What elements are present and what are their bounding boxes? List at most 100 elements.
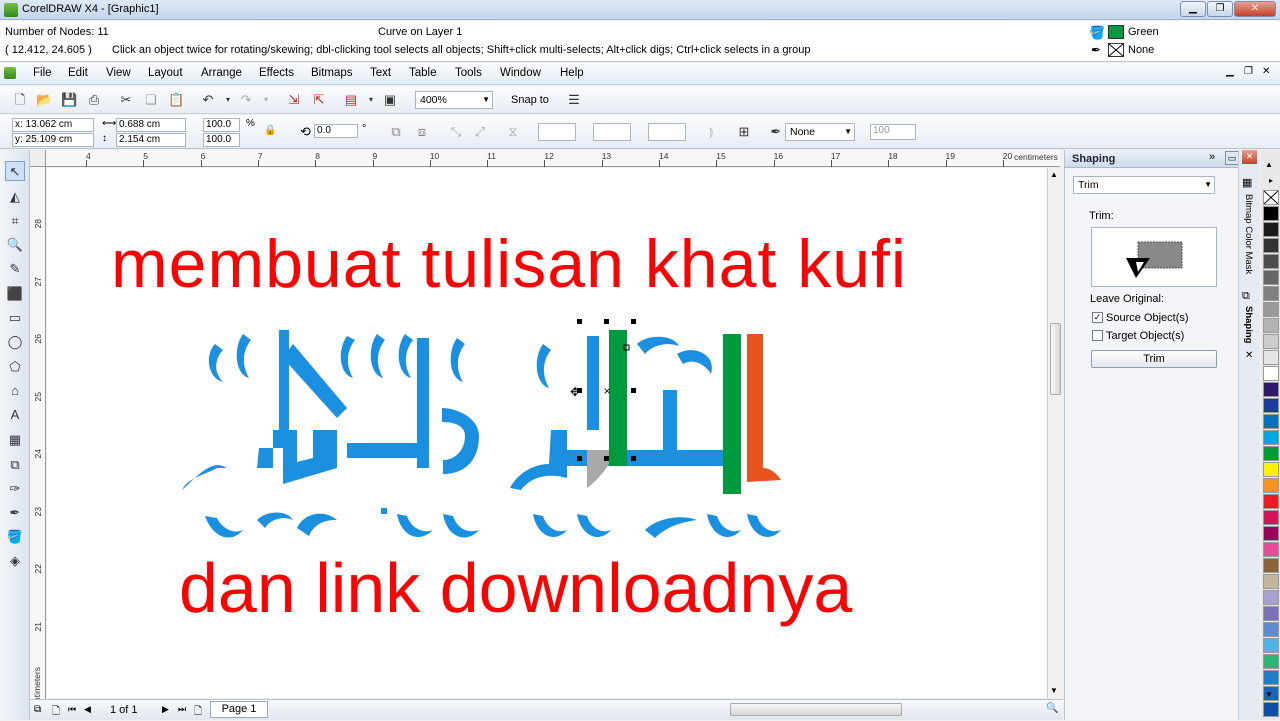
- palette-swatch[interactable]: [1263, 382, 1279, 397]
- welcome-screen-icon[interactable]: ▣: [382, 92, 398, 108]
- add-page-before-icon[interactable]: 🗋: [52, 704, 60, 721]
- tab-shaping[interactable]: Shaping: [1243, 306, 1254, 343]
- palette-swatch[interactable]: [1263, 702, 1279, 717]
- palette-swatch[interactable]: [1263, 478, 1279, 493]
- menu-window[interactable]: Window: [500, 67, 541, 79]
- palette-swatch[interactable]: [1263, 302, 1279, 317]
- menu-file[interactable]: File: [33, 67, 52, 79]
- page-options-icon[interactable]: ⧉: [34, 704, 41, 715]
- palette-swatch[interactable]: [1263, 286, 1279, 301]
- menu-table[interactable]: Table: [409, 67, 437, 79]
- position-y-field[interactable]: y: 25.109 cm: [12, 133, 94, 147]
- doc-minimize-icon[interactable]: ▁: [1226, 66, 1234, 77]
- trim-button[interactable]: Trim: [1091, 350, 1217, 368]
- interactive-fill-tool-icon[interactable]: ◈: [5, 551, 25, 571]
- menu-tools[interactable]: Tools: [455, 67, 482, 79]
- scale-x-field[interactable]: 100.0: [203, 118, 240, 132]
- palette-swatch[interactable]: [1263, 542, 1279, 557]
- menu-layout[interactable]: Layout: [148, 67, 183, 79]
- previous-page-icon[interactable]: ◀: [84, 704, 91, 715]
- convert-to-line-icon[interactable]: ⤢: [472, 124, 488, 140]
- palette-scroll-down-icon[interactable]: ▼: [1265, 690, 1273, 699]
- docker-minimize-icon[interactable]: ▭: [1225, 151, 1239, 165]
- subline-text[interactable]: dan link downloadnya: [179, 548, 852, 628]
- cut-icon[interactable]: ✂: [118, 92, 134, 108]
- navigator-icon[interactable]: 🔍: [1046, 703, 1058, 714]
- paste-icon[interactable]: 📋: [168, 92, 184, 108]
- palette-swatch[interactable]: [1263, 606, 1279, 621]
- lock-ratio-icon[interactable]: 🔒: [264, 125, 276, 136]
- fill-color-swatch[interactable]: [1108, 25, 1124, 39]
- scroll-down-icon[interactable]: ▼: [1050, 686, 1058, 695]
- palette-swatch[interactable]: [1263, 670, 1279, 685]
- palette-scroll-up-icon[interactable]: ▲: [1265, 160, 1273, 169]
- palette-swatch[interactable]: [1263, 238, 1279, 253]
- print-icon[interactable]: ⎙: [86, 92, 102, 108]
- vertical-scrollbar[interactable]: ▲ ▼: [1047, 168, 1063, 698]
- palette-swatch[interactable]: [1263, 398, 1279, 413]
- break-curve-icon[interactable]: ⧖: [505, 124, 521, 140]
- document-icon[interactable]: [4, 67, 16, 79]
- maximize-button[interactable]: ❐: [1207, 1, 1233, 17]
- palette-swatch[interactable]: [1263, 206, 1279, 221]
- outline-width-combo[interactable]: None ▼: [785, 123, 855, 141]
- horizontal-scroll-thumb[interactable]: [730, 703, 902, 716]
- next-page-icon[interactable]: ▶: [162, 704, 169, 715]
- scroll-up-icon[interactable]: ▲: [1050, 170, 1058, 179]
- menu-edit[interactable]: Edit: [68, 67, 88, 79]
- start-arrowhead-combo[interactable]: [538, 123, 576, 141]
- curve-smoothing-field[interactable]: 100: [870, 124, 916, 140]
- fill-tool-icon[interactable]: 🪣: [5, 527, 25, 547]
- save-icon[interactable]: 💾: [61, 92, 77, 108]
- palette-swatch[interactable]: [1263, 350, 1279, 365]
- menu-view[interactable]: View: [106, 67, 131, 79]
- first-page-icon[interactable]: ⏮: [68, 704, 76, 715]
- position-x-field[interactable]: x: 13.062 cm: [12, 118, 94, 132]
- palette-swatch[interactable]: [1263, 638, 1279, 653]
- open-folder-icon[interactable]: 📂: [36, 92, 52, 108]
- menu-text[interactable]: Text: [370, 67, 391, 79]
- menu-help[interactable]: Help: [560, 67, 584, 79]
- redo-icon[interactable]: ↷: [238, 92, 254, 108]
- pick-tool-icon[interactable]: ↖: [5, 161, 25, 181]
- wrap-text-icon[interactable]: ⊞: [736, 124, 752, 140]
- palette-swatch[interactable]: [1263, 254, 1279, 269]
- outline-tool-icon[interactable]: ✒: [5, 503, 25, 523]
- mirror-horizontal-icon[interactable]: ⧉: [388, 124, 404, 140]
- vertical-scroll-thumb[interactable]: [1050, 323, 1061, 395]
- convert-to-curve-icon[interactable]: ⤡: [448, 124, 464, 140]
- menu-bitmaps[interactable]: Bitmaps: [311, 67, 353, 79]
- palette-swatch[interactable]: [1263, 446, 1279, 461]
- palette-swatch[interactable]: [1263, 318, 1279, 333]
- rotation-angle-field[interactable]: 0.0: [314, 124, 358, 138]
- shape-tool-icon[interactable]: ◭: [5, 187, 25, 207]
- palette-swatch[interactable]: [1263, 334, 1279, 349]
- outline-color-swatch[interactable]: [1108, 43, 1124, 57]
- tab-shaping-close-icon[interactable]: ✕: [1245, 350, 1253, 361]
- undo-icon[interactable]: ↶: [200, 92, 216, 108]
- rectangle-tool-icon[interactable]: ▭: [5, 308, 25, 328]
- last-page-icon[interactable]: ⏭: [178, 704, 186, 715]
- ruler-origin[interactable]: [30, 150, 46, 167]
- palette-swatch[interactable]: [1263, 222, 1279, 237]
- eyedropper-tool-icon[interactable]: ✑: [5, 479, 25, 499]
- palette-swatch[interactable]: [1263, 510, 1279, 525]
- docker-expand-icon[interactable]: »: [1209, 151, 1215, 163]
- options-icon[interactable]: ☰: [566, 92, 582, 108]
- vertical-ruler[interactable]: 28 27 26 25 24 23 22 21 centimeters: [30, 167, 46, 711]
- table-tool-icon[interactable]: ▦: [5, 430, 25, 450]
- tab-bitmap-color-mask[interactable]: Bitmap Color Mask: [1243, 194, 1254, 274]
- smart-fill-tool-icon[interactable]: ⬛: [5, 284, 25, 304]
- kufi-assalamualaikum-right-group[interactable]: [510, 330, 781, 538]
- coreldraw-app-icon[interactable]: [4, 3, 18, 17]
- close-curve-icon[interactable]: ⦆: [703, 124, 719, 140]
- doc-restore-icon[interactable]: ❐: [1244, 66, 1253, 77]
- add-page-after-icon[interactable]: 🗋: [194, 704, 202, 721]
- kufi-assalamualaikum-left-group[interactable]: [182, 330, 479, 538]
- import-icon[interactable]: ⇲: [286, 92, 302, 108]
- redo-dropdown-icon[interactable]: ▾: [258, 92, 274, 108]
- copy-icon[interactable]: ❏: [143, 92, 159, 108]
- docker-close-button[interactable]: ✕: [1242, 150, 1257, 164]
- palette-swatch[interactable]: [1263, 622, 1279, 637]
- palette-swatch[interactable]: [1263, 366, 1279, 381]
